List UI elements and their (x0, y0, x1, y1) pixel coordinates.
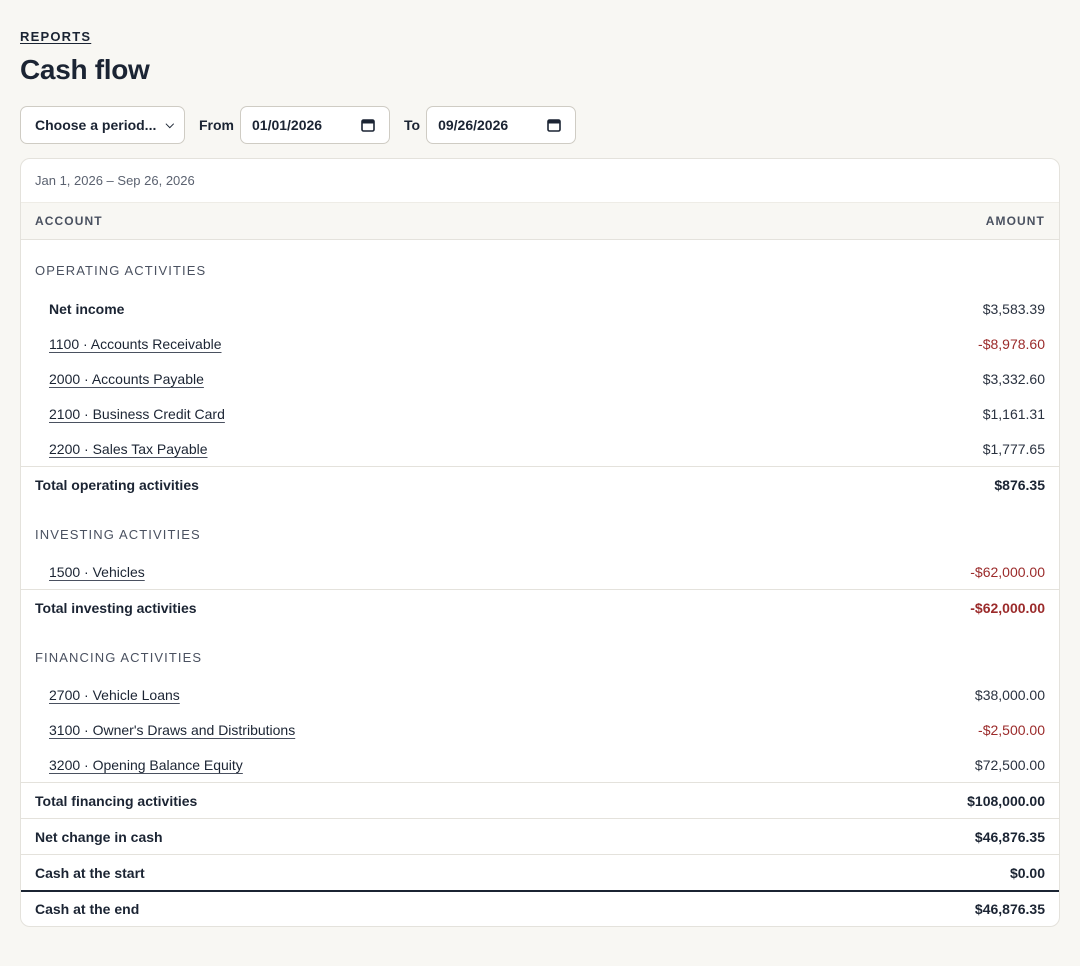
total-financing-row: Total financing activities $108,000.00 (21, 782, 1059, 818)
calendar-icon[interactable] (361, 118, 375, 132)
total-label: Total investing activities (35, 599, 197, 616)
account-link[interactable]: 2100 · Business Credit Card (49, 406, 225, 422)
account-link[interactable]: 1100 · Accounts Receivable (49, 336, 222, 352)
report-column-header: ACCOUNT AMOUNT (21, 202, 1059, 240)
section-title: OPERATING ACTIVITIES (35, 263, 207, 278)
account-amount: $38,000.00 (974, 686, 1045, 703)
net-change-row: Net change in cash $46,876.35 (21, 818, 1059, 854)
cash-flow-report: Jan 1, 2026 – Sep 26, 2026 ACCOUNT AMOUN… (20, 158, 1060, 927)
section-investing-activities: INVESTING ACTIVITIES (21, 502, 1059, 554)
account-amount: $72,500.00 (974, 756, 1045, 773)
page-title: Cash flow (20, 54, 150, 85)
account-link[interactable]: 2200 · Sales Tax Payable (49, 441, 208, 457)
section-title: INVESTING ACTIVITIES (35, 526, 201, 542)
chevron-down-icon: ⌵ (165, 118, 174, 131)
period-select[interactable]: Choose a period... ⌵ (20, 106, 185, 144)
calendar-icon[interactable] (547, 118, 561, 132)
table-row: 3100 · Owner's Draws and Distributions -… (21, 712, 1059, 747)
net-income-label: Net income (49, 300, 125, 317)
page: REPORTS Cash flow Choose a period... ⌵ F… (0, 0, 1080, 927)
breadcrumb-reports[interactable]: REPORTS (20, 29, 91, 44)
total-operating-row: Total operating activities $876.35 (21, 466, 1059, 502)
account-amount: -$8,978.60 (978, 335, 1045, 352)
account-amount: -$62,000.00 (970, 563, 1045, 580)
account-amount: -$2,500.00 (978, 721, 1045, 738)
total-label: Total operating activities (35, 476, 199, 493)
report-date-range: Jan 1, 2026 – Sep 26, 2026 (35, 173, 195, 188)
account-amount: $1,777.65 (982, 440, 1045, 457)
table-row: 2700 · Vehicle Loans $38,000.00 (21, 677, 1059, 712)
cash-start-row: Cash at the start $0.00 (21, 854, 1059, 890)
account-amount: $1,161.31 (982, 405, 1045, 422)
total-amount: $876.35 (994, 476, 1045, 493)
total-label: Net change in cash (35, 828, 163, 845)
to-date-value: 09/26/2026 (438, 117, 509, 133)
from-date-value: 01/01/2026 (252, 117, 323, 133)
total-amount: -$62,000.00 (970, 599, 1045, 616)
account-link[interactable]: 2700 · Vehicle Loans (49, 687, 180, 703)
table-row: 2000 · Accounts Payable $3,332.60 (21, 361, 1059, 396)
account-link[interactable]: 1500 · Vehicles (49, 564, 145, 580)
table-row: 2100 · Business Credit Card $1,161.31 (21, 396, 1059, 431)
section-financing-activities: FINANCING ACTIVITIES (21, 625, 1059, 677)
total-amount: $46,876.35 (974, 828, 1045, 845)
column-header-amount: AMOUNT (985, 214, 1045, 228)
from-label: From (199, 117, 234, 133)
cash-end-row: Cash at the end $46,876.35 (21, 890, 1059, 926)
total-amount: $108,000.00 (967, 792, 1045, 809)
period-select-value: Choose a period... (35, 117, 157, 133)
report-controls: Choose a period... ⌵ From 01/01/2026 To … (20, 106, 1060, 144)
table-row: 2200 · Sales Tax Payable $1,777.65 (21, 431, 1059, 466)
section-operating-activities: OPERATING ACTIVITIES (21, 240, 1059, 291)
to-label: To (404, 117, 421, 133)
table-row: 1100 · Accounts Receivable -$8,978.60 (21, 326, 1059, 361)
to-date-input[interactable]: 09/26/2026 (426, 106, 577, 144)
account-amount: $3,332.60 (982, 370, 1045, 387)
total-amount: $0.00 (1009, 864, 1045, 881)
total-label: Cash at the end (35, 901, 140, 917)
total-label: Cash at the start (35, 864, 145, 881)
total-investing-row: Total investing activities -$62,000.00 (21, 589, 1059, 625)
account-link[interactable]: 3100 · Owner's Draws and Distributions (49, 722, 295, 738)
account-link[interactable]: 2000 · Accounts Payable (49, 371, 204, 387)
net-income-amount: $3,583.39 (982, 300, 1045, 317)
section-title: FINANCING ACTIVITIES (35, 649, 203, 665)
total-amount: $46,876.35 (974, 901, 1045, 917)
net-income-row: Net income $3,583.39 (21, 291, 1059, 326)
column-header-account: ACCOUNT (35, 214, 103, 228)
table-row: 1500 · Vehicles -$62,000.00 (21, 554, 1059, 589)
total-label: Total financing activities (35, 792, 198, 809)
from-date-input[interactable]: 01/01/2026 (240, 106, 390, 144)
account-link[interactable]: 3200 · Opening Balance Equity (49, 757, 243, 773)
table-row: 3200 · Opening Balance Equity $72,500.00 (21, 747, 1059, 782)
